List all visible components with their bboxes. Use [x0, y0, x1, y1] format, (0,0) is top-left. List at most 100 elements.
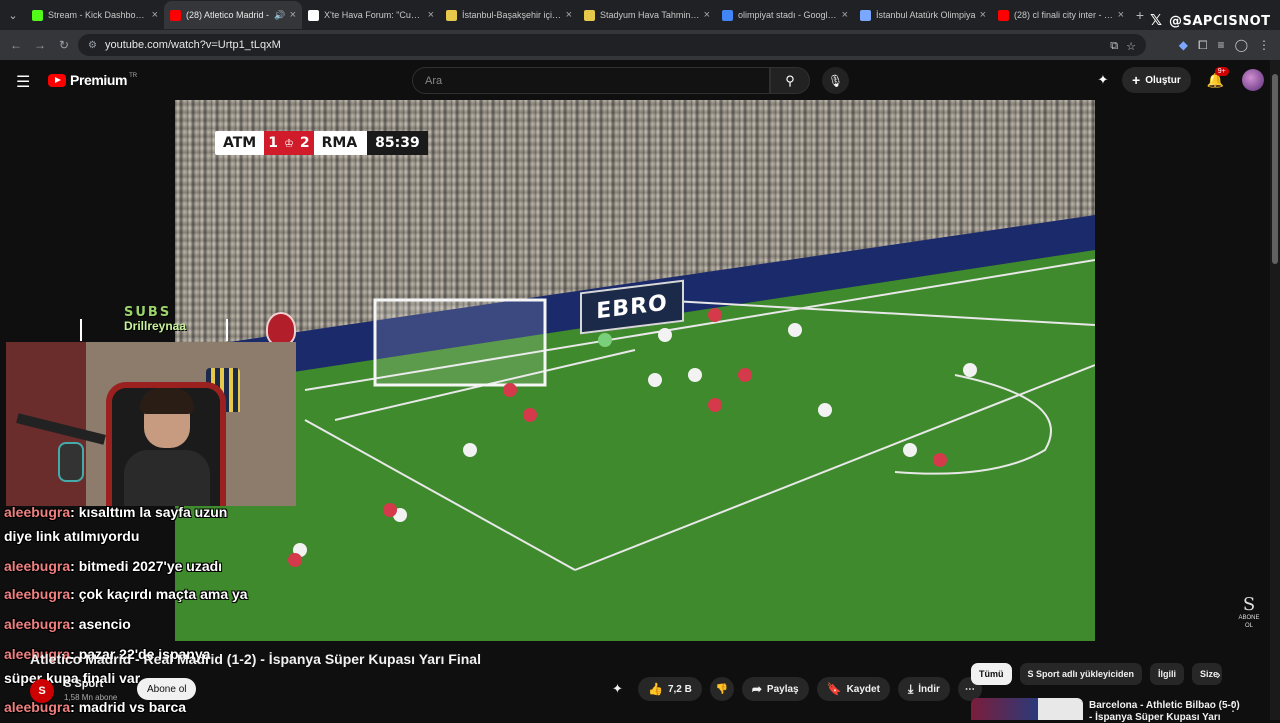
recommended-video[interactable]: Barcelona - Athletic Bilbao (5-0) - İspa…	[971, 698, 1261, 723]
youtube-header: ☰ Premium TR Ara ⚲ 🎙 ✦ + Oluştur 🔔 9+	[0, 60, 1270, 100]
tab-audio-icon[interactable]: 🔊	[274, 10, 285, 21]
page-scrollbar[interactable]	[1270, 60, 1280, 720]
browser-tab[interactable]: Stream - Kick Dashboard ×	[26, 1, 164, 29]
tab-close-icon[interactable]: ×	[704, 9, 710, 21]
tab-title: İstanbul Atatürk Olimpiya	[876, 10, 976, 20]
filter-chip[interactable]: Tümü	[971, 663, 1012, 685]
share-button[interactable]: ➦ Paylaş	[741, 677, 809, 701]
tab-close-icon[interactable]: ×	[842, 9, 848, 21]
back-icon[interactable]: ←	[4, 38, 28, 52]
chevron-right-icon[interactable]: ›	[1216, 666, 1221, 682]
reload-icon[interactable]: ↻	[52, 38, 76, 52]
video-actions: ✦ 👍 7,2 B 👎 ➦ Paylaş 🔖 Kaydet ⤓ İndir ⋯	[612, 677, 982, 701]
like-button[interactable]: 👍 7,2 B	[638, 677, 702, 701]
tab-close-icon[interactable]: ×	[152, 9, 158, 21]
url-field[interactable]: ⚙ youtube.com/watch?v=Urtp1_tLqxM ⧉ ☆	[78, 34, 1146, 56]
browser-tab[interactable]: (28) cl finali city inter - Yo ×	[992, 1, 1130, 29]
cast-icon[interactable]: ✦	[1092, 72, 1114, 88]
chat-message: aleebugra: bitmedi 2027'ye uzadı	[4, 554, 222, 578]
youtube-play-icon	[48, 73, 66, 87]
browser-tab[interactable]: X'te Hava Forum: "Cumar ×	[302, 1, 440, 29]
sparkle-icon[interactable]: ✦	[612, 681, 630, 697]
more-vert-icon[interactable]: ⋮	[1227, 700, 1239, 714]
scrollbar-thumb[interactable]	[1272, 74, 1278, 264]
share-label: Paylaş	[766, 683, 799, 695]
bookmark-star-icon[interactable]: ☆	[1126, 40, 1136, 53]
search-button[interactable]: ⚲	[770, 67, 810, 94]
tab-search-icon[interactable]: ⌄	[0, 0, 26, 30]
dislike-button[interactable]: 👎	[709, 677, 734, 701]
video-player[interactable]: ATM 1 ♔ 2 RMA 85:39 EBRO	[175, 100, 1095, 641]
thumbs-down-icon: 👎	[715, 683, 729, 695]
tab-favicon-icon	[722, 9, 733, 21]
recommended-thumbnail[interactable]	[971, 698, 1083, 720]
browser-address-bar: ← → ↻ ⚙ youtube.com/watch?v=Urtp1_tLqxM …	[0, 30, 1280, 60]
watermark-text: ABONE OL	[1238, 615, 1260, 629]
recommended-title[interactable]: Barcelona - Athletic Bilbao (5-0)	[1089, 700, 1240, 711]
browser-tab[interactable]: İstanbul Atatürk Olimpiya ×	[854, 1, 992, 29]
tab-title: X'te Hava Forum: "Cumar	[324, 10, 424, 20]
account-avatar[interactable]	[1242, 69, 1265, 91]
tab-close-icon[interactable]: ×	[980, 9, 986, 21]
extension-icon[interactable]: ◆	[1179, 38, 1188, 52]
recommended-title-cont[interactable]: - İspanya Süper Kupası Yarı	[1089, 712, 1221, 723]
browser-tab[interactable]: (28) Atletico Madrid - 🔊 ×	[164, 1, 302, 29]
tab-close-icon[interactable]: ×	[1118, 9, 1124, 21]
alert-badge-icon	[266, 312, 296, 346]
search-input[interactable]: Ara	[412, 67, 770, 94]
browser-tab[interactable]: Stadyum Hava Tahmini - ( ×	[578, 1, 716, 29]
logo-region: TR	[129, 73, 138, 79]
media-controls-icon[interactable]: ≡	[1218, 38, 1225, 52]
channel-watermark: S ABONE OL	[1236, 596, 1262, 630]
forward-icon[interactable]: →	[28, 38, 52, 52]
youtube-logo[interactable]: Premium TR	[48, 72, 137, 88]
chat-text-continued: diye link atılmıyordu	[4, 528, 140, 544]
chat-text: : kısalttım la sayfa uzun	[70, 504, 228, 520]
save-button[interactable]: 🔖 Kaydet	[816, 677, 890, 701]
tab-close-icon[interactable]: ×	[290, 9, 296, 21]
subscribe-button[interactable]: Abone ol	[137, 678, 197, 700]
browser-tab[interactable]: olimpiyat stadı - Google'c ×	[716, 1, 854, 29]
channel-name[interactable]: S Sport	[64, 678, 103, 690]
install-app-icon[interactable]: ⧉	[1110, 40, 1118, 53]
tab-title: Stadyum Hava Tahmini - (	[600, 10, 700, 20]
streamer-hair	[140, 388, 194, 414]
subscriber-count: 1,58 Mn abone	[64, 693, 118, 702]
new-tab-button[interactable]: +	[1130, 7, 1150, 23]
site-info-icon[interactable]: ⚙	[88, 40, 97, 51]
subscriber-alert: SUBS Drillreynaa	[80, 305, 228, 341]
bookmark-icon: 🔖	[826, 682, 842, 696]
browser-menu-icon[interactable]: ⋮	[1258, 38, 1270, 52]
tab-close-icon[interactable]: ×	[566, 9, 572, 21]
video-title: Atletico Madrid - Real Madrid (1-2) - İs…	[30, 651, 481, 667]
filter-chip[interactable]: S Sport adlı yükleyiciden	[1019, 663, 1143, 685]
tab-title: (28) cl finali city inter - Yo	[1014, 10, 1114, 20]
create-label: Oluştur	[1145, 74, 1181, 86]
create-button[interactable]: + Oluştur	[1122, 67, 1191, 93]
chat-username: aleebugra	[4, 616, 71, 632]
notifications-button[interactable]: 🔔 9+	[1207, 66, 1229, 89]
voice-search-button[interactable]: 🎙	[822, 67, 849, 94]
extensions-puzzle-icon[interactable]: ⧠	[1198, 38, 1208, 53]
tab-favicon-icon	[860, 9, 871, 21]
channel-avatar[interactable]: S	[30, 679, 54, 703]
x-logo-icon: 𝕏	[1150, 11, 1163, 29]
tab-title: İstanbul-Başakşehir için a	[462, 10, 562, 20]
tab-favicon-icon	[584, 9, 595, 21]
filter-chip[interactable]: İlgili	[1150, 663, 1185, 685]
menu-icon[interactable]: ☰	[16, 72, 30, 92]
watermark-letter: S	[1242, 594, 1256, 615]
thumbs-up-icon: 👍	[648, 682, 663, 696]
search-icon: ⚲	[785, 72, 795, 88]
tab-favicon-icon	[170, 9, 181, 21]
chat-text: : bitmedi 2027'ye uzadı	[70, 558, 223, 574]
chat-message: aleebugra: çok kaçırdı maçta ama ya	[4, 582, 248, 606]
browser-tab[interactable]: İstanbul-Başakşehir için a ×	[440, 1, 578, 29]
profile-icon[interactable]: ◯	[1235, 38, 1248, 52]
tab-title: (28) Atletico Madrid -	[186, 10, 270, 20]
download-button[interactable]: ⤓ İndir	[897, 677, 950, 701]
chat-text: : çok kaçırdı maçta ama ya	[70, 586, 248, 602]
alert-title: SUBS	[124, 305, 172, 320]
tab-close-icon[interactable]: ×	[428, 9, 434, 21]
tab-favicon-icon	[32, 9, 43, 21]
